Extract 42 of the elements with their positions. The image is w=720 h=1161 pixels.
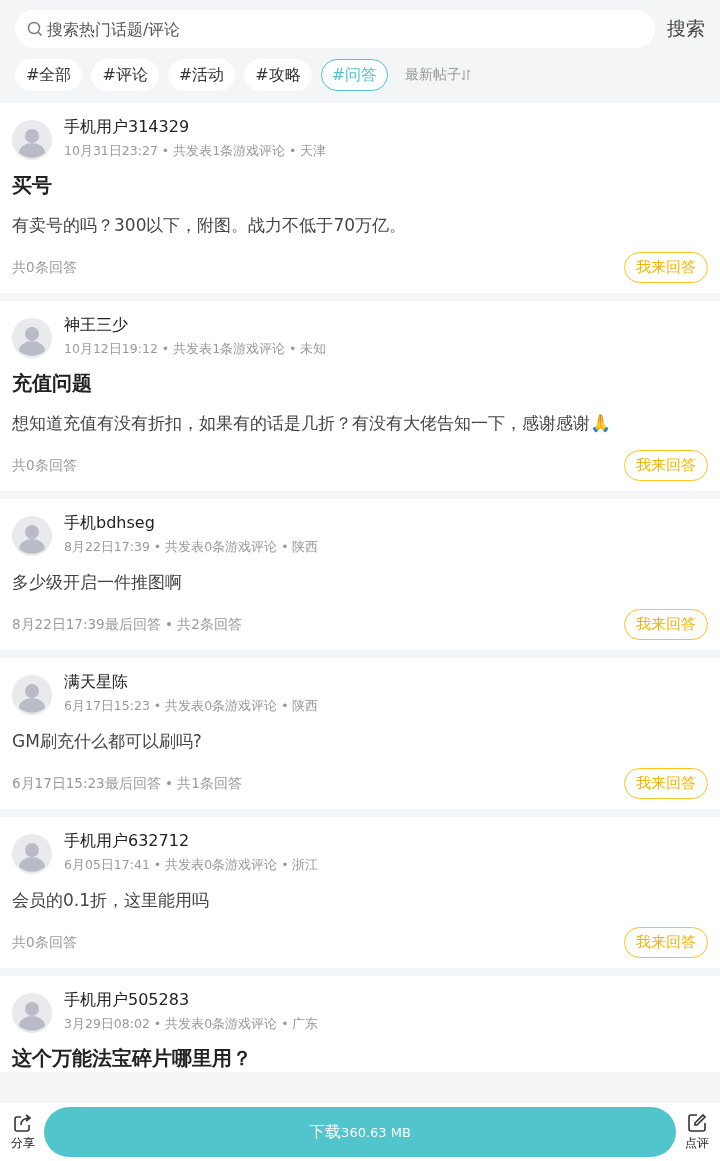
- filter-tab[interactable]: #全部: [15, 59, 83, 91]
- avatar-icon[interactable]: [12, 318, 52, 358]
- user-name[interactable]: 手机用户314329: [64, 116, 327, 138]
- avatar-icon[interactable]: [12, 993, 52, 1033]
- post-meta: 10月12日19:12 • 共发表1条游戏评论 • 未知: [64, 341, 327, 358]
- review-label[interactable]: 点评: [685, 1134, 709, 1152]
- avatar-icon[interactable]: [12, 675, 52, 715]
- edit-icon[interactable]: [687, 1112, 707, 1133]
- post-content: 有卖号的吗？300以下，附图。战力不低于70万亿。: [12, 214, 408, 237]
- answer-count: 共0条回答: [12, 456, 77, 475]
- user-name[interactable]: 手机用户505283: [64, 989, 319, 1011]
- answer-count: 共0条回答: [12, 933, 77, 952]
- post-title: 买号: [12, 172, 53, 199]
- post-content: 会员的0.1折，这里能用吗: [12, 889, 211, 912]
- share-icon[interactable]: [13, 1112, 33, 1133]
- post-meta: 3月29日08:02 • 共发表0条游戏评论 • 广东: [64, 1016, 319, 1033]
- post-content: 想知道充值有没有折扣，如果有的话是几折？有没有大佬告知一下，感谢感谢🙏: [12, 412, 612, 435]
- post-meta: 6月17日15:23 • 共发表0条游戏评论 • 陕西: [64, 698, 319, 715]
- answer-count: 共0条回答: [12, 258, 77, 277]
- sort-icon[interactable]: [461, 69, 472, 81]
- post-title: 充值问题: [12, 370, 93, 397]
- search-button[interactable]: 搜索: [667, 16, 705, 42]
- answer-count: 6月17日15:23最后回答 • 共1条回答: [12, 774, 242, 793]
- user-name[interactable]: 神王三少: [64, 314, 327, 336]
- user-name[interactable]: 手机用户632712: [64, 830, 319, 852]
- post-title: 这个万能法宝碎片哪里用？: [12, 1045, 253, 1072]
- share-label[interactable]: 分享: [11, 1134, 35, 1152]
- post-meta: 10月31日23:27 • 共发表1条游戏评论 • 天津: [64, 143, 327, 160]
- user-name[interactable]: 满天星陈: [64, 671, 319, 693]
- user-name[interactable]: 手机bdhseg: [64, 512, 319, 534]
- avatar-icon[interactable]: [12, 516, 52, 556]
- post-meta: 8月22日17:39 • 共发表0条游戏评论 • 陕西: [64, 539, 319, 556]
- post-content: GM刷充什么都可以刷吗?: [12, 730, 203, 753]
- avatar-icon[interactable]: [12, 120, 52, 160]
- post-meta: 6月05日17:41 • 共发表0条游戏评论 • 浙江: [64, 857, 319, 874]
- search-field[interactable]: 搜索热门话题/评论: [15, 10, 655, 48]
- filter-tab[interactable]: #活动: [167, 59, 236, 91]
- filter-tab[interactable]: #评论: [91, 59, 159, 91]
- avatar-icon[interactable]: [12, 834, 52, 874]
- post-content: 多少级开启一件推图啊: [12, 571, 183, 594]
- answer-count: 8月22日17:39最后回答 • 共2条回答: [12, 615, 242, 634]
- filter-tab[interactable]: #攻略: [244, 59, 312, 91]
